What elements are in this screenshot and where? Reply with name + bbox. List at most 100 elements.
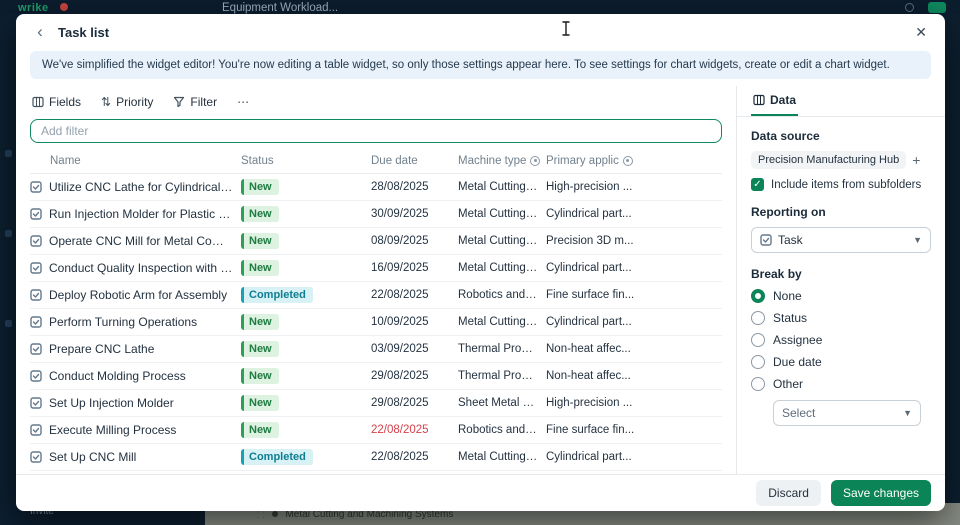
task-name-cell[interactable]: Operate CNC Mill for Metal Component — [30, 234, 241, 248]
task-name-cell[interactable]: Perform Turning Operations — [30, 315, 241, 329]
close-icon[interactable]: ✕ — [911, 22, 931, 43]
task-name-cell[interactable]: Run Injection Molder for Plastic Parts — [30, 207, 241, 221]
task-name-cell[interactable]: Deploy Robotic Arm for Assembly — [30, 288, 241, 302]
filter-button[interactable]: Filter — [173, 95, 217, 109]
fields-button[interactable]: Fields — [32, 95, 81, 109]
status-cell: New — [241, 395, 371, 411]
table-row[interactable]: Execute Milling ProcessNew22/08/2025Robo… — [30, 417, 722, 444]
task-icon — [760, 234, 772, 246]
due-date: 08/09/2025 — [371, 235, 458, 247]
table-row[interactable]: Conduct Quality Inspection with CMMNew16… — [30, 255, 722, 282]
task-name-cell[interactable]: Conduct Quality Inspection with CMM — [30, 261, 241, 275]
table-row[interactable]: Set Up Injection MolderNew29/08/2025Shee… — [30, 390, 722, 417]
table-row[interactable]: Prepare CNC Lathe New 03/09/2025Thermal Pr… — [30, 336, 722, 363]
status-badge[interactable]: New — [241, 233, 279, 249]
table-row[interactable]: Run Injection Molder for Plastic PartsNe… — [30, 201, 722, 228]
discard-button[interactable]: Discard — [756, 480, 821, 506]
app-topbar — [0, 0, 960, 14]
sidebar-icon — [5, 320, 12, 327]
back-button[interactable]: ‹ — [30, 22, 50, 42]
status-cell: Completed — [241, 449, 371, 465]
table-row[interactable]: Deploy Robotic Arm for AssemblyCompleted… — [30, 282, 722, 309]
status-badge[interactable]: New — [241, 206, 279, 222]
add-filter-input[interactable] — [30, 119, 722, 143]
task-name: Conduct Quality Inspection with CMM — [49, 261, 233, 275]
status-badge[interactable]: New — [241, 368, 279, 384]
dialog-header: ‹ Task list ✕ — [16, 14, 945, 50]
primary-application: Fine surface fin... — [546, 424, 722, 436]
machine-type: Robotics and A... — [458, 289, 546, 301]
table-row[interactable]: Set Up CNC MillCompleted22/08/2025Metal … — [30, 444, 722, 471]
table-row[interactable]: Operate CNC Mill for Metal ComponentNew 0… — [30, 228, 722, 255]
status-badge[interactable]: New — [241, 422, 279, 438]
primary-application: Cylindrical part... — [546, 316, 722, 328]
status-cell: New — [241, 206, 371, 222]
checkbox-checked-icon[interactable]: ✓ — [751, 178, 764, 191]
reporting-on-select[interactable]: Task ▼ — [751, 227, 931, 253]
avatar[interactable] — [928, 2, 946, 13]
task-name: Utilize CNC Lathe for Cylindrical Parts — [49, 180, 233, 194]
add-source-icon[interactable]: + — [912, 153, 920, 167]
task-name-cell[interactable]: Prepare CNC Lathe — [30, 342, 241, 356]
task-name-cell[interactable]: Utilize CNC Lathe for Cylindrical Parts — [30, 180, 241, 194]
data-source-chip[interactable]: Precision Manufacturing Hub — [751, 151, 906, 169]
radio-icon[interactable] — [751, 289, 765, 303]
app-logo: wrike — [18, 2, 49, 14]
table-row[interactable]: Perform Turning OperationsNew10/09/2025M… — [30, 309, 722, 336]
radio-icon[interactable] — [751, 355, 765, 369]
task-name-cell[interactable]: Conduct Molding Process — [30, 369, 241, 383]
task-name-cell[interactable]: Execute Milling Process — [30, 423, 241, 437]
column-header-primary-application[interactable]: Primary applic — [546, 155, 722, 167]
break-by-option-status[interactable]: Status — [751, 311, 931, 325]
status-badge[interactable]: New — [241, 395, 279, 411]
primary-application: Cylindrical part... — [546, 451, 722, 463]
break-by-options: None Status Assignee Due date — [751, 289, 931, 391]
status-badge[interactable]: New — [241, 314, 279, 330]
filter-icon — [173, 96, 185, 108]
break-by-option-other[interactable]: Other — [751, 377, 931, 391]
priority-sort-button[interactable]: ⇅ Priority — [101, 95, 153, 109]
status-badge[interactable]: New — [241, 179, 279, 195]
break-by-option-due-date[interactable]: Due date — [751, 355, 931, 369]
save-changes-button[interactable]: Save changes — [831, 480, 931, 506]
data-tab-icon — [753, 94, 765, 106]
primary-application: Fine surface fin... — [546, 289, 722, 301]
primary-application: Precision 3D m... — [546, 235, 722, 247]
task-icon — [30, 397, 42, 409]
task-name-cell[interactable]: Set Up Injection Molder — [30, 396, 241, 410]
due-date: 03/09/2025 — [371, 343, 458, 355]
dialog-title: Task list — [58, 25, 109, 40]
more-options-button[interactable]: ⋯ — [237, 95, 249, 109]
tab-data[interactable]: Data — [751, 87, 798, 116]
table-row[interactable]: Utilize CNC Lathe for Cylindrical Parts N… — [30, 174, 722, 201]
machine-type: Metal Cutting a... — [458, 316, 546, 328]
radio-icon[interactable] — [751, 333, 765, 347]
task-name-cell[interactable]: Set Up CNC Mill — [30, 450, 241, 464]
sort-icon: ⇅ — [101, 95, 111, 109]
radio-icon[interactable] — [751, 377, 765, 391]
status-badge[interactable]: Completed — [241, 449, 313, 465]
chevron-down-icon: ▼ — [913, 235, 922, 245]
task-name: Prepare CNC Lathe — [49, 342, 154, 356]
status-cell: New — [241, 260, 371, 276]
column-header-name[interactable]: Name — [30, 155, 241, 167]
status-cell: New — [241, 233, 371, 249]
task-icon — [30, 181, 42, 193]
break-by-option-assignee[interactable]: Assignee — [751, 333, 931, 347]
radio-icon[interactable] — [751, 311, 765, 325]
status-badge[interactable]: Completed — [241, 287, 313, 303]
column-header-due-date[interactable]: Due date — [371, 155, 458, 167]
status-badge[interactable]: New — [241, 260, 279, 276]
status-badge[interactable]: New — [241, 341, 279, 357]
machine-type: Thermal Proces... — [458, 343, 546, 355]
subfolders-checkbox-row[interactable]: ✓ Include items from subfolders — [751, 178, 931, 191]
break-by-option-none[interactable]: None — [751, 289, 931, 303]
break-by-label: Break by — [751, 267, 931, 281]
table-header: Name Status Due date Machine type Primar… — [30, 148, 722, 174]
column-header-machine-type[interactable]: Machine type — [458, 155, 546, 167]
help-icon[interactable] — [905, 3, 914, 12]
column-header-status[interactable]: Status — [241, 155, 371, 167]
due-date: 22/08/2025 — [371, 451, 458, 463]
other-field-select[interactable]: Select ▼ — [773, 400, 921, 426]
table-row[interactable]: Conduct Molding ProcessNew29/08/2025Ther… — [30, 363, 722, 390]
